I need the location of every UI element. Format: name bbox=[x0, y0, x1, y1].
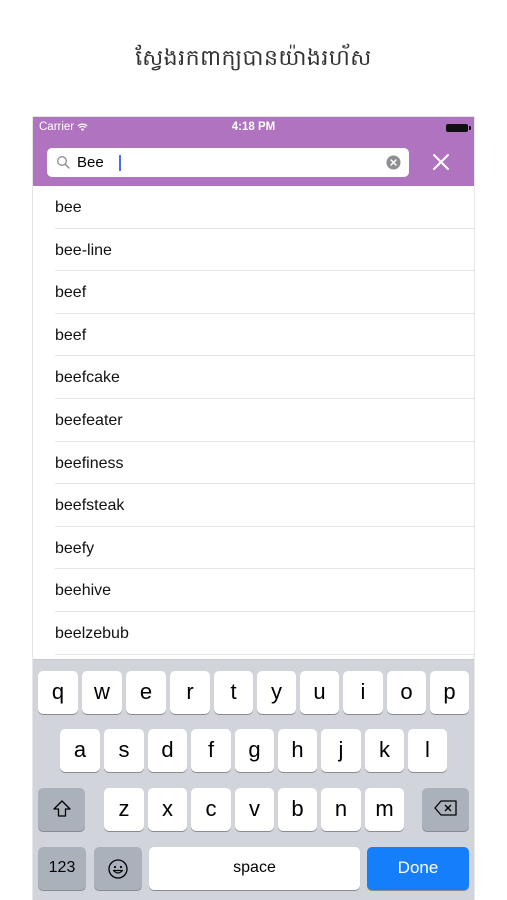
key-k[interactable]: k bbox=[365, 729, 404, 772]
key-m[interactable]: m bbox=[365, 788, 404, 831]
result-item[interactable]: beefcake bbox=[33, 356, 474, 399]
result-item[interactable]: beehive bbox=[33, 569, 474, 612]
result-item[interactable]: beefsteak bbox=[33, 484, 474, 527]
key-d[interactable]: d bbox=[148, 729, 187, 772]
result-item[interactable]: beef bbox=[33, 314, 474, 357]
key-i[interactable]: i bbox=[343, 671, 383, 714]
close-search-button[interactable] bbox=[428, 149, 454, 175]
key-u[interactable]: u bbox=[300, 671, 339, 714]
promo-title: ស្វែងរកពាក្យបានយ៉ាងរហ័ស bbox=[135, 46, 372, 71]
key-q[interactable]: q bbox=[38, 671, 78, 714]
key-c[interactable]: c bbox=[191, 788, 231, 831]
key-j[interactable]: j bbox=[321, 729, 361, 772]
key-y[interactable]: y bbox=[257, 671, 296, 714]
backspace-icon bbox=[433, 800, 457, 816]
shift-key[interactable] bbox=[38, 788, 85, 831]
result-item[interactable]: beefy bbox=[33, 527, 474, 570]
shift-icon bbox=[52, 800, 71, 817]
battery-icon bbox=[446, 124, 471, 132]
result-item[interactable]: bee-line bbox=[33, 229, 474, 272]
search-input[interactable] bbox=[77, 148, 377, 177]
space-key[interactable]: space bbox=[149, 847, 360, 890]
result-item[interactable]: bee bbox=[33, 186, 474, 229]
key-s[interactable]: s bbox=[104, 729, 144, 772]
numbers-key[interactable]: 123 bbox=[38, 847, 86, 890]
key-e[interactable]: e bbox=[126, 671, 166, 714]
key-r[interactable]: r bbox=[170, 671, 210, 714]
key-t[interactable]: t bbox=[214, 671, 253, 714]
search-bar[interactable] bbox=[47, 148, 409, 177]
result-item[interactable]: beefiness bbox=[33, 442, 474, 485]
emoji-icon bbox=[108, 859, 128, 879]
key-w[interactable]: w bbox=[82, 671, 122, 714]
key-f[interactable]: f bbox=[191, 729, 231, 772]
key-v[interactable]: v bbox=[235, 788, 274, 831]
key-l[interactable]: l bbox=[408, 729, 447, 772]
key-h[interactable]: h bbox=[278, 729, 317, 772]
key-a[interactable]: a bbox=[60, 729, 100, 772]
key-x[interactable]: x bbox=[148, 788, 187, 831]
delete-key[interactable] bbox=[422, 788, 469, 831]
status-time: 4:18 PM bbox=[231, 121, 276, 133]
search-icon bbox=[57, 156, 70, 169]
key-g[interactable]: g bbox=[235, 729, 274, 772]
results-list: bee bee-line beef beef beefcake beefeate… bbox=[33, 186, 474, 655]
key-n[interactable]: n bbox=[321, 788, 361, 831]
result-item[interactable]: beefeater bbox=[33, 399, 474, 442]
status-bar: Carrier 4:18 PM bbox=[39, 121, 471, 135]
done-key[interactable]: Done bbox=[367, 847, 469, 890]
key-b[interactable]: b bbox=[278, 788, 317, 831]
key-o[interactable]: o bbox=[387, 671, 426, 714]
emoji-key[interactable] bbox=[94, 847, 142, 890]
key-z[interactable]: z bbox=[104, 788, 144, 831]
search-header: Carrier 4:18 PM bbox=[33, 117, 474, 186]
keyboard: q w e r t y u i o p a s d f g h j k l z … bbox=[33, 659, 474, 900]
clear-search-icon[interactable] bbox=[386, 155, 401, 170]
text-caret bbox=[119, 155, 121, 171]
result-item[interactable]: beelzebub bbox=[33, 612, 474, 655]
key-p[interactable]: p bbox=[430, 671, 469, 714]
phone-screen: Carrier 4:18 PM Bee bee bee-line beef be… bbox=[33, 117, 474, 900]
result-item[interactable]: beef bbox=[33, 271, 474, 314]
